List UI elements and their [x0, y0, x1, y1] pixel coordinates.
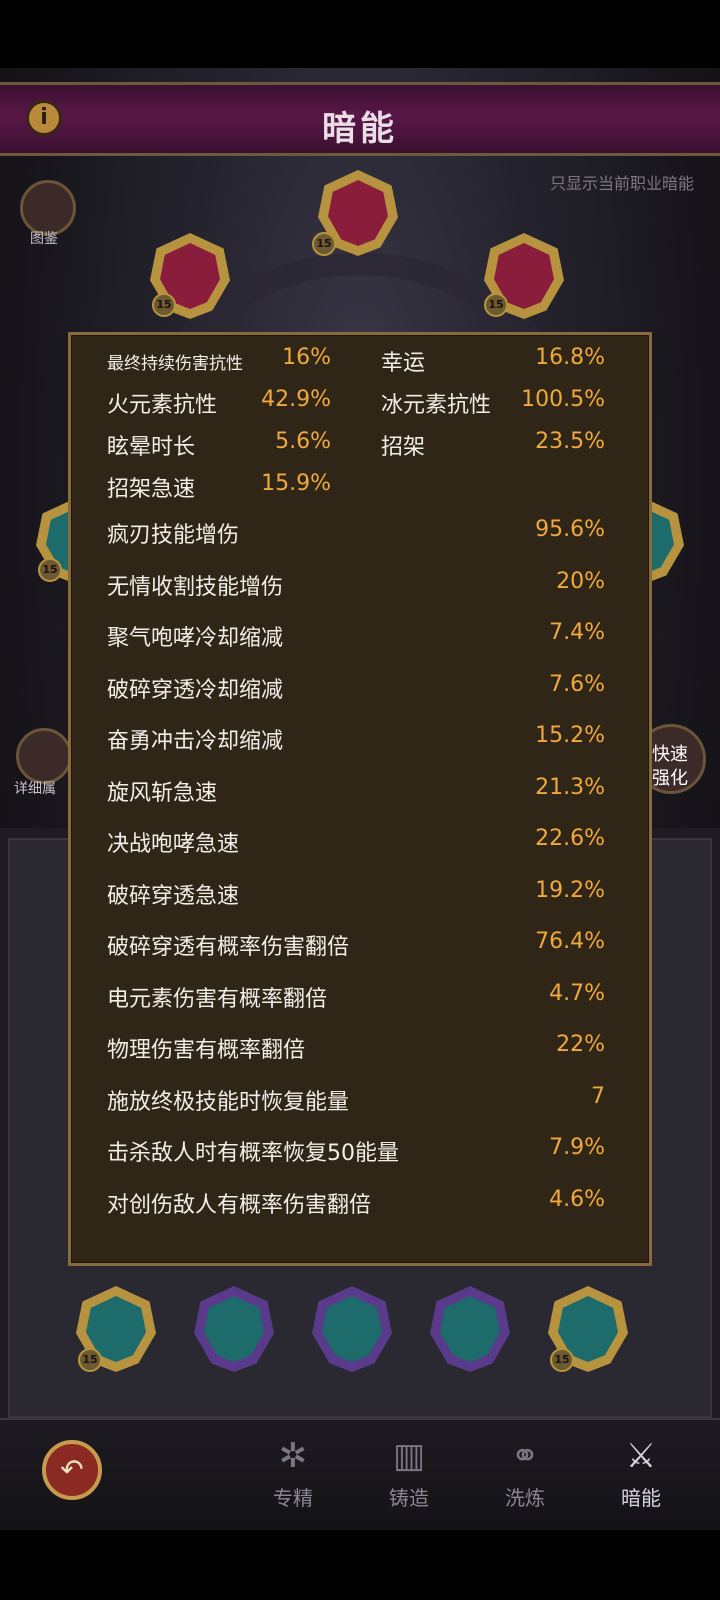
stat-row: 聚气咆哮冷却缩减 7.4% [71, 620, 655, 660]
stat-name: 无情收割技能增伤 [107, 574, 284, 600]
stat-row: 无情收割技能增伤 20% [71, 569, 655, 609]
stat-value: 100.5% [521, 387, 605, 412]
stat-value: 7.6% [549, 671, 605, 697]
stat-row: 施放终极技能时恢复能量 7 [71, 1084, 655, 1124]
nav-tab-forge[interactable]: ▥ 铸造 [364, 1434, 454, 1524]
stat-value: 22% [556, 1032, 605, 1057]
stat-pair-row: 最终持续伤害抗性 16% 幸运 16.8% [71, 345, 655, 385]
filter-current-class-toggle[interactable]: 只显示当前职业暗能 [550, 170, 694, 194]
stat-value: 4.7% [549, 980, 605, 1006]
gem-level-badge: 15 [78, 1348, 102, 1372]
gem-level-badge: 15 [312, 232, 336, 256]
stat-value: 16.8% [535, 345, 605, 370]
nav-label: 专精 [273, 1486, 313, 1510]
stat-value: 21.3% [535, 774, 605, 800]
stat-value: 76.4% [535, 929, 605, 954]
status-bar-area [0, 0, 720, 68]
stat-value: 16% [282, 345, 331, 370]
stat-row: 破碎穿透冷却缩减 7.6% [71, 672, 655, 712]
stat-value: 23.5% [535, 429, 605, 454]
stat-name: 破碎穿透有概率伤害翻倍 [107, 935, 350, 960]
stat-pair-row: 招架急速 15.9% [71, 471, 655, 511]
stat-name: 火元素抗性 [107, 393, 218, 418]
stat-row: 物理伤害有概率翻倍 22% [71, 1032, 655, 1072]
detail-label: 详细属 [14, 781, 56, 797]
stat-row: 电元素伤害有概率翻倍 4.7% [71, 981, 655, 1021]
stat-name: 破碎穿透急速 [107, 883, 240, 909]
stat-pair-row: 眩晕时长 5.6% 招架 23.5% [71, 429, 655, 469]
stat-row: 疯刃技能增伤 95.6% [71, 517, 655, 557]
stat-value: 19.2% [535, 877, 605, 903]
stat-name: 聚气咆哮冷却缩减 [107, 626, 284, 651]
stat-row: 对创伤敌人有概率伤害翻倍 4.6% [71, 1187, 655, 1227]
nav-label: 暗能 [621, 1486, 661, 1510]
stats-popup: 最终持续伤害抗性 16% 幸运 16.8% 火元素抗性 42.9% 冰元素抗性 … [68, 332, 652, 1266]
stat-value: 20% [556, 568, 605, 594]
stat-name: 旋风斩急速 [107, 780, 218, 806]
stat-name: 物理伤害有概率翻倍 [107, 1038, 306, 1063]
quick-upgrade-label-1: 快速 [652, 744, 688, 765]
stat-row: 击杀敌人时有概率恢复50能量 7.9% [71, 1135, 655, 1175]
stat-name: 施放终极技能时恢复能量 [107, 1089, 350, 1115]
stat-name: 奋勇冲击冷却缩减 [107, 729, 284, 754]
stat-name: 冰元素抗性 [381, 393, 492, 418]
stat-value: 4.6% [549, 1186, 605, 1212]
nav-tab-refine[interactable]: ⚭ 洗炼 [480, 1434, 570, 1524]
stat-row: 旋风斩急速 21.3% [71, 775, 655, 815]
stat-value: 22.6% [535, 826, 605, 851]
stat-name: 眩晕时长 [107, 435, 196, 460]
gem-level-badge: 15 [550, 1348, 574, 1372]
stat-value: 5.6% [275, 429, 331, 454]
page-title: 暗能 [322, 109, 398, 149]
detail-stats-icon[interactable] [16, 728, 72, 784]
stat-value: 7.9% [549, 1135, 605, 1160]
stat-name: 击杀敌人时有概率恢复50能量 [107, 1141, 399, 1166]
stat-value: 15.9% [261, 471, 331, 496]
stat-value: 42.9% [261, 387, 331, 412]
stat-pair-row: 火元素抗性 42.9% 冰元素抗性 100.5% [71, 387, 655, 427]
tree-icon: ✲ [278, 1436, 308, 1476]
stat-name: 幸运 [381, 351, 426, 376]
stat-name: 破碎穿透冷却缩减 [107, 677, 284, 703]
nav-label: 洗炼 [505, 1486, 545, 1510]
stat-value: 7 [591, 1083, 605, 1109]
stat-name: 招架 [381, 435, 426, 460]
stat-row: 破碎穿透急速 19.2% [71, 878, 655, 918]
stat-value: 15.2% [535, 723, 605, 748]
gem-level-badge: 15 [38, 558, 62, 582]
stat-name: 最终持续伤害抗性 [107, 354, 243, 374]
gem-level-badge: 15 [152, 293, 176, 317]
stat-value: 7.4% [549, 620, 605, 645]
bottom-nav: ↶ ✲ 专精 ▥ 铸造 ⚭ 洗炼 ⚔ 暗能 [0, 1418, 720, 1530]
stat-name: 对创伤敌人有概率伤害翻倍 [107, 1192, 372, 1218]
codex-label: 图鉴 [30, 231, 58, 247]
system-nav-area [0, 1530, 720, 1600]
stat-name: 疯刃技能增伤 [107, 523, 240, 548]
quick-upgrade-label-2: 强化 [652, 768, 688, 789]
circles-icon: ⚭ [510, 1436, 540, 1476]
stat-row: 奋勇冲击冷却缩减 15.2% [71, 723, 655, 763]
dark-energy-icon: ⚔ [625, 1436, 657, 1476]
stat-name: 决战咆哮急速 [107, 832, 240, 857]
back-arrow-icon[interactable]: ↶ [42, 1440, 102, 1500]
stat-value: 95.6% [535, 517, 605, 542]
nav-tab-dark-energy[interactable]: ⚔ 暗能 [596, 1434, 686, 1524]
stat-name: 电元素伤害有概率翻倍 [107, 986, 328, 1012]
stat-row: 破碎穿透有概率伤害翻倍 76.4% [71, 929, 655, 969]
gem-level-badge: 15 [484, 293, 508, 317]
title-bar: i 暗能 [0, 82, 720, 156]
stat-name: 招架急速 [107, 477, 196, 502]
nav-tab-specialization[interactable]: ✲ 专精 [248, 1434, 338, 1524]
anvil-icon: ▥ [392, 1436, 426, 1476]
stat-row: 决战咆哮急速 22.6% [71, 826, 655, 866]
nav-label: 铸造 [389, 1486, 429, 1510]
